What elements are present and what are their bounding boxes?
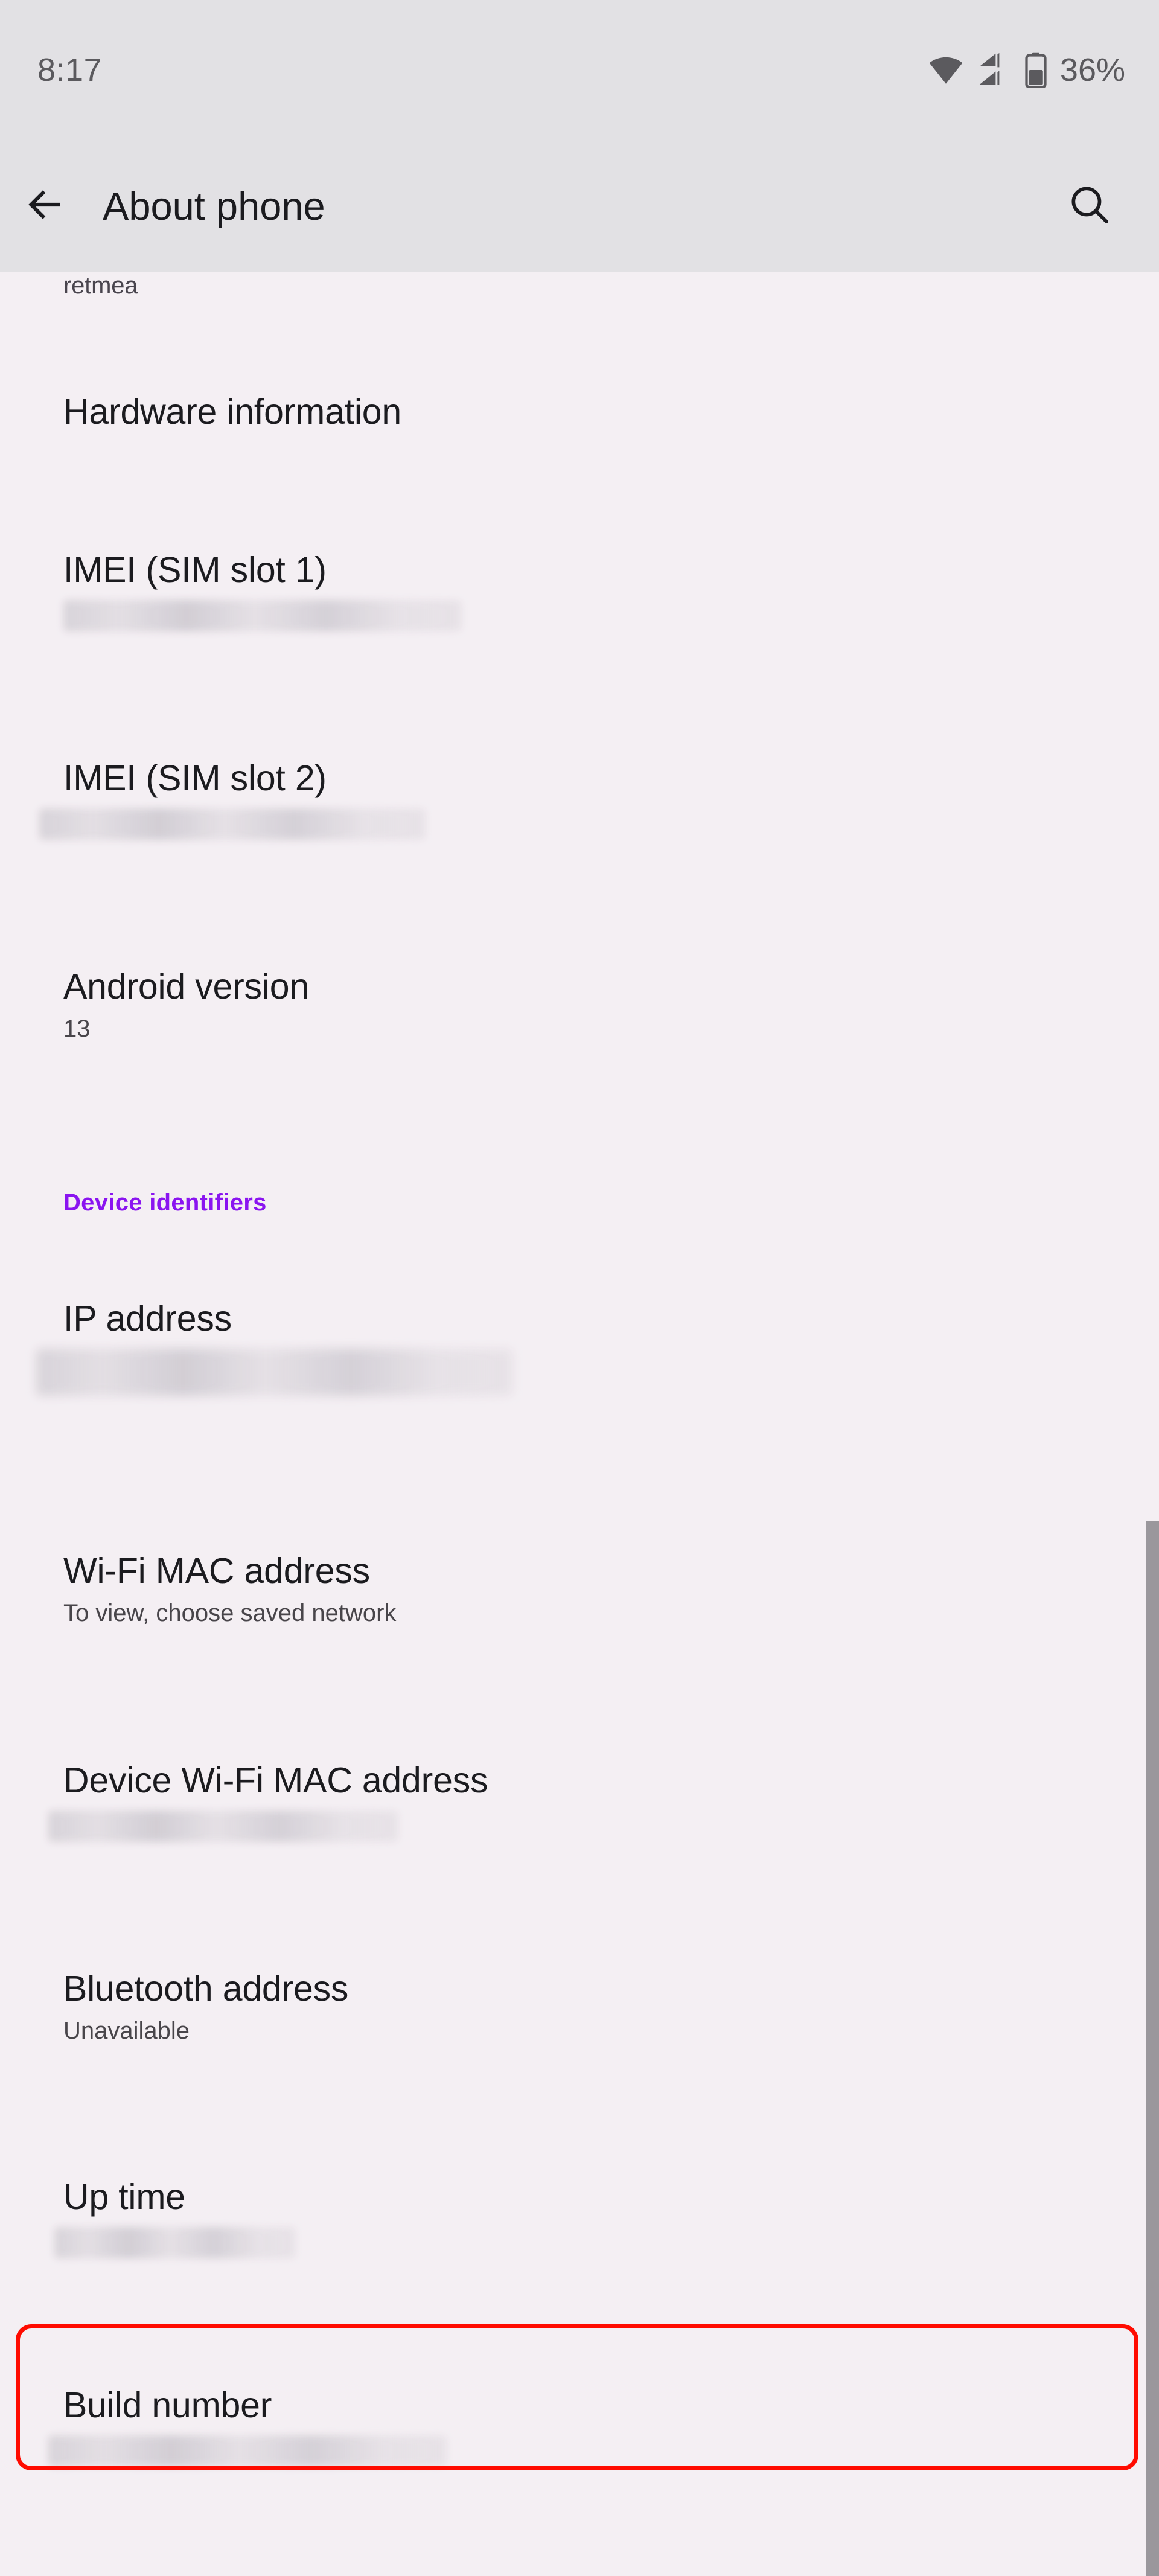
wifi-icon [927, 56, 965, 85]
list-item-label: Android version [63, 967, 309, 1006]
list-item-ip-address[interactable]: IP address [0, 1298, 549, 1396]
battery-percent-label: 36% [1059, 52, 1125, 88]
list-item-value: 13 [63, 1015, 91, 1042]
settings-list[interactable]: retmea Hardware information IMEI (SIM sl… [0, 272, 1159, 2576]
page-title: About phone [103, 184, 325, 228]
back-arrow-icon [23, 182, 68, 230]
list-item-bluetooth-address[interactable]: Bluetooth address Unavailable [0, 1968, 385, 2045]
list-item-android-version[interactable]: Android version 13 [0, 966, 345, 1043]
search-button[interactable] [1044, 183, 1135, 229]
list-item-label: IMEI (SIM slot 2) [63, 758, 327, 798]
status-bar: 8:17 36% [0, 0, 1159, 140]
mobile-signal-icon [977, 52, 1013, 88]
back-button[interactable] [0, 182, 91, 230]
list-item-label: Device Wi-Fi MAC address [63, 1760, 488, 1800]
battery-icon [1025, 52, 1047, 88]
list-item-label: Build number [63, 2385, 272, 2425]
redacted-value [48, 2435, 447, 2467]
list-item-label: Hardware information [63, 392, 402, 432]
list-item-wifi-mac-address[interactable]: Wi-Fi MAC address To view, choose saved … [0, 1550, 432, 1628]
redacted-value [36, 1348, 513, 1396]
list-item-up-time[interactable]: Up time [0, 2176, 332, 2258]
list-item-imei-sim-slot-1[interactable]: IMEI (SIM slot 1) [0, 549, 498, 631]
list-item-imei-sim-slot-2[interactable]: IMEI (SIM slot 2) [0, 758, 462, 840]
list-item-device-wifi-mac-address[interactable]: Device Wi-Fi MAC address [0, 1760, 524, 1842]
list-item-hardware-information[interactable]: Hardware information [0, 391, 438, 433]
list-item-value: To view, choose saved network [63, 1599, 397, 1626]
list-item-label: IMEI (SIM slot 1) [63, 550, 327, 590]
truncated-top-value: retmea [63, 272, 138, 299]
status-icons: 36% [927, 52, 1125, 88]
list-item-value: Unavailable [63, 2017, 190, 2044]
list-item-label: Wi-Fi MAC address [63, 1551, 370, 1591]
redacted-value [54, 2226, 296, 2258]
list-item-label: IP address [63, 1299, 232, 1338]
search-icon [1068, 183, 1111, 229]
redacted-value [48, 1810, 398, 1842]
android-about-phone-screen: 8:17 36% About phone retmea Hardware inf… [0, 0, 1159, 2576]
list-item-label: Up time [63, 2177, 185, 2217]
section-header-device-identifiers: Device identifiers [63, 1189, 267, 1216]
redacted-value [39, 808, 426, 840]
redacted-value [63, 599, 462, 631]
app-bar: About phone [0, 140, 1159, 272]
list-item-build-number[interactable]: Build number [0, 2385, 483, 2467]
vertical-scrollbar-thumb[interactable] [1146, 1521, 1159, 2576]
list-item-label: Bluetooth address [63, 1969, 349, 2009]
status-clock: 8:17 [37, 52, 103, 88]
